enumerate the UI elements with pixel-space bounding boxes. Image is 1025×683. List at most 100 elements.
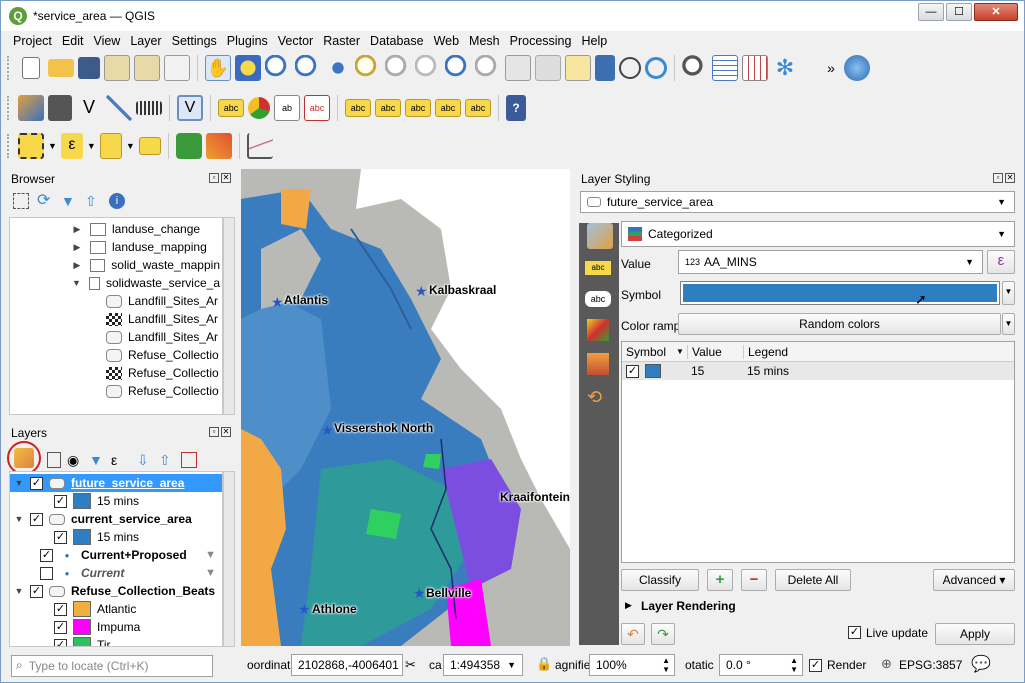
browser-item[interactable]: Refuse_Collectio [10,382,220,400]
close-icon[interactable]: ✕ [1005,173,1015,183]
layer-visibility-checkbox[interactable]: ✓ [40,548,53,562]
collapse-all-icon[interactable]: ⇧ [159,452,175,469]
new-bookmark-icon[interactable] [565,55,591,81]
layer-visibility-checkbox[interactable]: ✓ [30,584,43,598]
map-canvas[interactable]: ★ Atlantis ★ Kalbaskraal ★ Vissershok No… [241,169,570,646]
color-ramp-dropdown[interactable]: ▼ [1002,313,1015,335]
browser-item[interactable]: Landfill_Sites_Ar [10,328,220,346]
category-value[interactable]: 15 [691,364,747,378]
select-features-icon[interactable] [18,133,44,159]
zoom-next-icon[interactable] [475,55,501,81]
filter-indicator-icon[interactable]: ▼ [205,567,216,579]
zoom-in-icon[interactable] [265,55,291,81]
category-checkbox[interactable]: ✓ [626,364,639,378]
delete-all-button[interactable]: Delete All [775,569,851,591]
identify-features-icon[interactable] [682,55,708,81]
help-icon[interactable]: ? [506,95,526,121]
layer-combobox[interactable]: future_service_area ▼ [580,191,1015,213]
browser-item[interactable]: Refuse_Collectio [10,364,220,382]
close-button[interactable]: ✕ [974,3,1018,21]
open-project-icon[interactable] [48,59,74,77]
statistics-icon[interactable] [742,55,768,81]
toolbar-grip[interactable] [7,96,10,120]
move-label-2-icon[interactable]: abc [405,99,431,117]
3d-view-tab-icon[interactable] [587,319,609,341]
filter-expression-icon[interactable]: ε [111,452,131,468]
add-group-icon[interactable] [47,452,61,468]
collapse-arrow-icon[interactable]: ▶ [72,224,82,235]
menu-web[interactable]: Web [434,31,459,51]
apply-button[interactable]: Apply [935,623,1015,645]
remove-category-icon[interactable]: − [741,569,767,591]
toolbar-grip[interactable] [7,56,10,80]
messages-icon[interactable]: 💬 [971,654,991,674]
layers-scrollbar[interactable] [223,471,235,647]
layer-visibility-checkbox[interactable]: ✓ [54,530,67,544]
digitize-pen-icon[interactable] [106,95,132,121]
menu-vector[interactable]: Vector [278,31,313,51]
layout-manager-icon[interactable] [134,55,160,81]
new-map-view-icon[interactable] [505,55,531,81]
layer-visibility-checkbox[interactable] [40,566,53,580]
pan-to-selection-icon[interactable] [235,55,261,81]
toolbar-overflow-icon[interactable]: » [822,60,840,76]
show-bookmarks-icon[interactable] [595,55,615,81]
layer-tree-item[interactable]: ▼ ✓ Refuse_Collection_Beats [10,582,222,600]
refresh-icon[interactable]: ⟳ [37,193,53,209]
menu-project[interactable]: Project [13,31,52,51]
filter-indicator-icon[interactable]: ▼ [205,549,216,561]
symbol-dropdown-button[interactable]: ▼ [1002,281,1015,305]
plugin-web-icon[interactable] [844,55,870,81]
new-project-icon[interactable] [22,57,40,79]
expand-arrow-icon[interactable]: ▼ [14,478,24,488]
info-icon[interactable]: i [109,193,125,209]
collapse-all-icon[interactable]: ⇧ [85,193,101,209]
layer-tree-item[interactable]: ✓ 15 mins [10,492,222,510]
symbology-tab-icon[interactable] [587,223,613,249]
deselect-features-icon[interactable] [99,133,122,159]
menu-help[interactable]: Help [581,31,607,51]
expand-arrow-icon[interactable]: ▼ [14,514,24,524]
layer-visibility-checkbox[interactable]: ✓ [54,602,67,616]
pan-hand-icon[interactable]: ✋ [205,55,231,81]
menu-mesh[interactable]: Mesh [469,31,500,51]
collapse-arrow-icon[interactable]: ▶ [625,600,632,611]
zoom-native-icon[interactable] [415,55,441,81]
dropdown-arrow-icon[interactable]: ▼ [87,141,96,151]
save-edits-icon[interactable] [136,101,162,115]
open-layer-styling-button[interactable] [7,441,41,475]
visibility-eye-icon[interactable]: ◉ [67,452,83,469]
add-category-icon[interactable]: + [707,569,733,591]
float-icon[interactable]: ▫ [209,427,219,437]
toggle-extents-icon[interactable]: ✂ [405,657,416,673]
add-selected-layers-icon[interactable] [13,193,29,209]
menu-processing[interactable]: Processing [510,31,572,51]
layer-visibility-checkbox[interactable]: ✓ [54,620,67,634]
layer-tree-item[interactable]: ✓ Atlantic [10,600,222,618]
layer-tree-item[interactable]: ✓ Tir... [10,636,222,646]
layer-tree-item[interactable]: ▼ ✓ current_service_area [10,510,222,528]
close-icon[interactable]: ✕ [221,173,231,183]
menu-edit[interactable]: Edit [62,31,84,51]
select-by-expression-icon[interactable]: ε [60,133,83,159]
float-icon[interactable]: ▫ [993,173,1003,183]
zoom-full-icon[interactable] [325,55,351,81]
category-row[interactable]: ✓ 15 15 mins [622,362,1014,380]
advanced-button[interactable]: Advanced ▾ [933,569,1015,591]
remove-layer-icon[interactable] [181,452,197,468]
current-edits-icon[interactable] [18,95,44,121]
close-icon[interactable]: ✕ [221,427,231,437]
expression-button[interactable]: ε [987,250,1015,274]
zoom-last-icon[interactable] [445,55,471,81]
renderer-combobox[interactable]: Categorized ▼ [621,221,1015,247]
layer-tree-item[interactable]: ● Current ▼ [10,564,222,582]
vertex-tool-icon[interactable]: V [76,95,102,121]
layer-visibility-checkbox[interactable]: ✓ [30,512,43,526]
minimize-button[interactable]: — [918,3,944,21]
symbol-button[interactable] [680,281,1000,305]
refresh-icon[interactable] [645,57,667,79]
layer-tree-item[interactable]: ✓ Impuma [10,618,222,636]
collapse-arrow-icon[interactable]: ▶ [72,260,82,271]
browser-item[interactable]: ▶ landuse_mapping [10,238,220,256]
expand-arrow-icon[interactable]: ▼ [72,278,81,288]
